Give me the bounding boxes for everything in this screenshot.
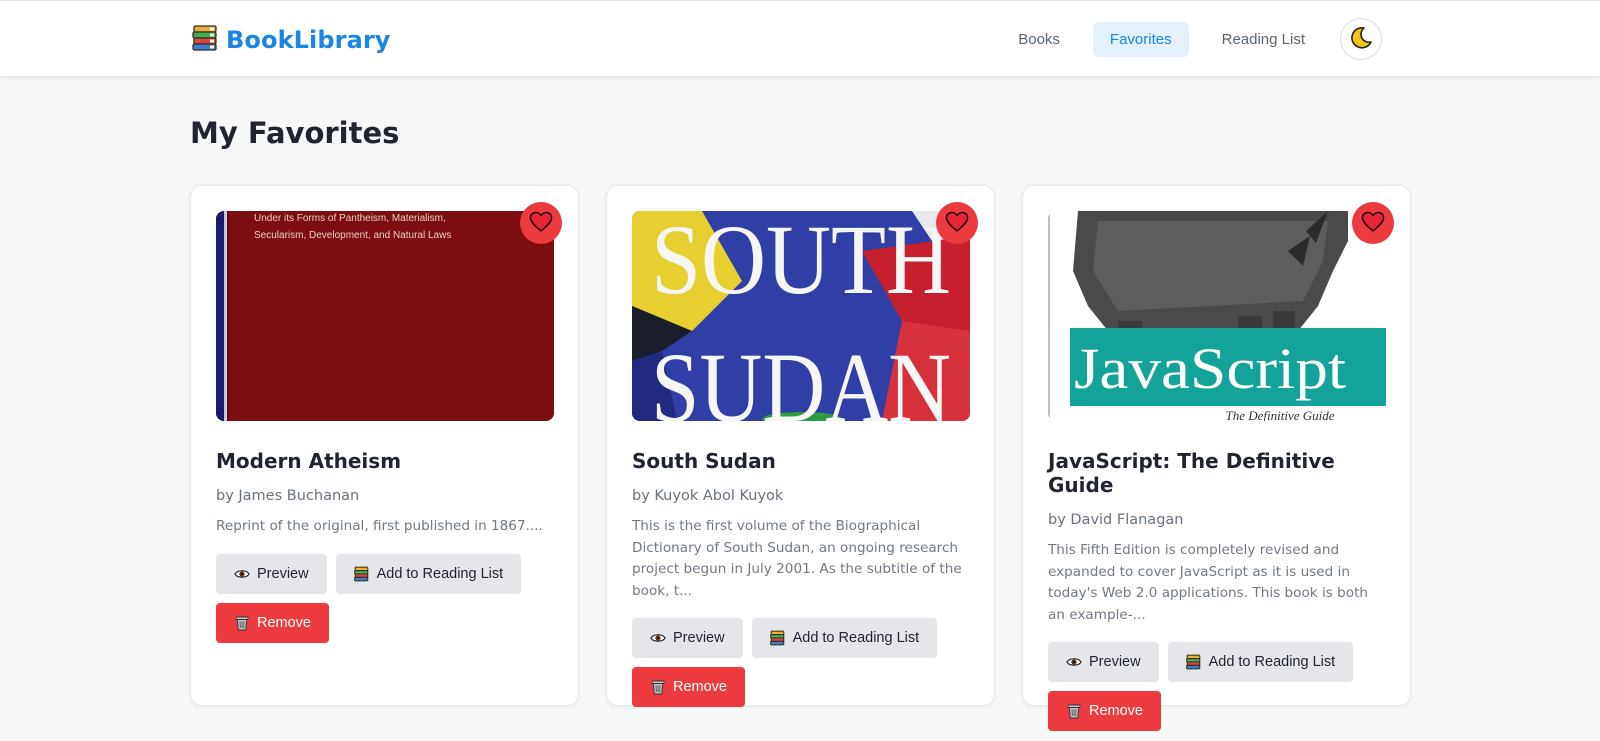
- add-to-reading-list-button[interactable]: Add to Reading List: [335, 553, 522, 594]
- app-name: BookLibrary: [226, 26, 391, 54]
- trash-can-icon: [1066, 703, 1082, 719]
- cover-title-line-1: SOUTH: [651, 211, 951, 315]
- nav-reading-list[interactable]: Reading List: [1205, 22, 1322, 57]
- book-cover-image[interactable]: Under its Forms of Pantheism, Materialis…: [216, 211, 554, 421]
- book-cover-image[interactable]: JavaScript The Definitive Guide: [1048, 211, 1386, 421]
- nav-books[interactable]: Books: [1001, 22, 1077, 57]
- crescent-moon-icon: [1349, 26, 1373, 53]
- app-logo[interactable]: BookLibrary: [192, 25, 391, 55]
- top-navbar: BookLibrary Books Favorites Reading List: [0, 0, 1600, 76]
- heart-icon: [945, 211, 969, 236]
- card-actions: Preview Add to Reading List Remove: [216, 553, 556, 643]
- remove-button[interactable]: Remove: [1048, 691, 1161, 731]
- card-actions: Preview Add to Reading List Remove: [1048, 642, 1388, 731]
- eye-icon: [650, 630, 666, 646]
- book-description: Reprint of the original, first published…: [216, 518, 543, 534]
- preview-button[interactable]: Preview: [632, 618, 743, 658]
- preview-button[interactable]: Preview: [1048, 642, 1159, 682]
- book-cover-image[interactable]: SOUTH SUDAN: [632, 211, 970, 421]
- remove-button[interactable]: Remove: [216, 602, 329, 643]
- cover-title-line-2: SUDAN: [651, 332, 951, 421]
- book-author: by Kuyok Abol Kuyok: [632, 488, 784, 504]
- theme-toggle-button[interactable]: [1340, 18, 1382, 60]
- book-description: This is the first volume of the Biograph…: [632, 518, 962, 599]
- trash-can-icon: [234, 615, 250, 631]
- remove-button-label: Remove: [1089, 703, 1143, 719]
- heart-icon: [1361, 211, 1385, 236]
- preview-button-label: Preview: [257, 565, 309, 582]
- favorites-grid: Under its Forms of Pantheism, Materialis…: [190, 185, 1411, 731]
- preview-button-label: Preview: [1089, 654, 1141, 670]
- books-stack-icon: [770, 630, 786, 646]
- add-to-reading-list-label: Add to Reading List: [376, 565, 504, 582]
- add-to-reading-list-label: Add to Reading List: [792, 630, 920, 646]
- eye-icon: [1066, 654, 1082, 670]
- preview-button-label: Preview: [673, 630, 725, 646]
- favorite-toggle-button[interactable]: [1352, 202, 1394, 244]
- books-stack-icon: [354, 566, 370, 582]
- cover-subtitle: The Definitive Guide: [1225, 408, 1334, 421]
- book-author: by David Flanagan: [1048, 512, 1184, 528]
- book-card: JavaScript The Definitive Guide JavaScri…: [1022, 185, 1411, 731]
- page-title: My Favorites: [190, 116, 400, 150]
- add-to-reading-list-button[interactable]: Add to Reading List: [1167, 642, 1354, 682]
- remove-button[interactable]: Remove: [632, 667, 745, 707]
- favorite-toggle-button[interactable]: [520, 202, 562, 244]
- book-title: South Sudan: [632, 449, 776, 473]
- books-stack-icon: [192, 24, 218, 56]
- add-to-reading-list-button[interactable]: Add to Reading List: [751, 618, 938, 658]
- cover-subtitle-line-2: Secularism, Development, and Natural Law…: [254, 230, 451, 241]
- book-description: This Fifth Edition is completely revised…: [1048, 542, 1369, 623]
- remove-button-label: Remove: [257, 614, 311, 631]
- trash-can-icon: [650, 679, 666, 695]
- eye-icon: [234, 566, 250, 582]
- books-stack-icon: [1186, 654, 1202, 670]
- book-card: SOUTH SUDAN South Sudan by Kuyok Abol Ku…: [606, 185, 995, 707]
- book-author: by James Buchanan: [216, 488, 360, 504]
- add-to-reading-list-label: Add to Reading List: [1208, 654, 1336, 670]
- favorite-toggle-button[interactable]: [936, 202, 978, 244]
- main-nav: Books Favorites Reading List: [985, 18, 1382, 60]
- book-title: Modern Atheism: [216, 449, 402, 473]
- nav-favorites[interactable]: Favorites: [1092, 21, 1189, 57]
- card-actions: Preview Add to Reading List Remove: [632, 618, 972, 707]
- remove-button-label: Remove: [673, 679, 727, 695]
- book-title: JavaScript: The Definitive Guide: [1048, 449, 1335, 497]
- cover-title: JavaScript: [1074, 336, 1346, 401]
- cover-subtitle-line-1: Under its Forms of Pantheism, Materialis…: [254, 213, 446, 224]
- preview-button[interactable]: Preview: [216, 553, 327, 594]
- heart-icon: [529, 211, 553, 236]
- book-card: Under its Forms of Pantheism, Materialis…: [190, 185, 579, 706]
